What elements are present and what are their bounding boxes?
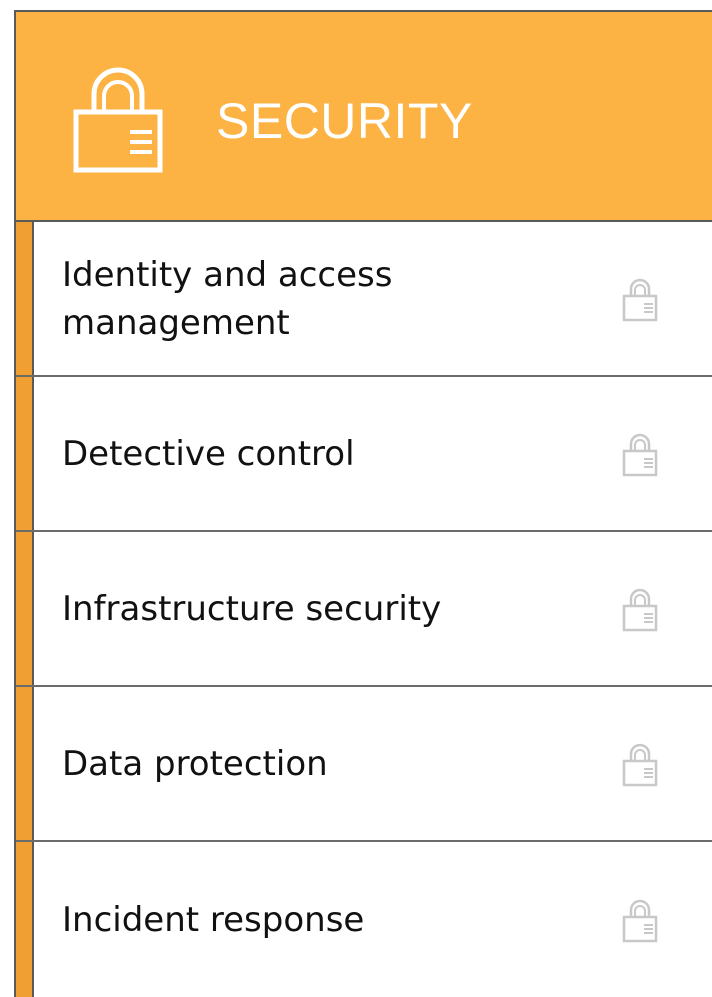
list-item-label: Data protection <box>62 743 328 784</box>
accent-bar <box>16 222 34 375</box>
security-panel: SECURITY Identity and access management … <box>14 10 712 997</box>
security-list: Identity and access management Detective… <box>16 222 712 997</box>
accent-bar <box>16 687 34 840</box>
list-item[interactable]: Infrastructure security <box>16 532 712 687</box>
lock-icon <box>622 899 658 942</box>
accent-bar <box>16 532 34 685</box>
accent-bar <box>16 842 34 997</box>
list-item[interactable]: Identity and access management <box>16 222 712 377</box>
list-item-label: Infrastructure security <box>62 588 442 629</box>
list-item[interactable]: Incident response <box>16 842 712 997</box>
accent-bar <box>16 377 34 530</box>
list-item-label: Identity and access management <box>62 254 393 343</box>
page-title: SECURITY <box>216 93 473 149</box>
list-item[interactable]: Detective control <box>16 377 712 532</box>
list-item[interactable]: Data protection <box>16 687 712 842</box>
lock-icon <box>622 743 658 786</box>
lock-icon <box>622 588 658 631</box>
lock-icon <box>622 278 658 321</box>
lock-icon <box>73 67 163 173</box>
security-header: SECURITY <box>16 12 712 222</box>
list-item-label: Detective control <box>62 433 355 474</box>
lock-icon <box>622 433 658 476</box>
list-item-label: Incident response <box>62 899 365 940</box>
